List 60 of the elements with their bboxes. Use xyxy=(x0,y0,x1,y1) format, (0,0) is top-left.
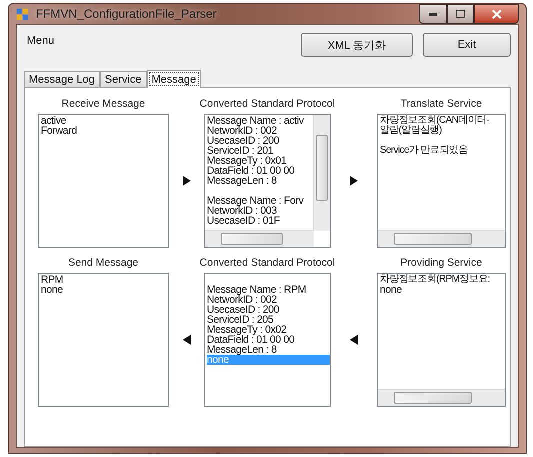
list-item[interactable]: 알람(알람실행) xyxy=(380,126,442,136)
list-box[interactable]: Message Name : RPM NetworkID : 002 UsecaseID : 200 ServiceID : 205 MessageTy : 0x02 DataField : 01 00 00 MessageLen : 8 none xyxy=(204,273,331,407)
left-arrow-icon xyxy=(182,335,190,345)
vertical-scrollbar[interactable] xyxy=(313,115,330,231)
list-box[interactable]: 차량정보조회(RPM정보요: none xyxy=(377,273,506,407)
list-item[interactable]: 차량정보조회(RPM정보요: xyxy=(380,275,490,285)
list-label: Converted Standard Protocol xyxy=(198,98,336,111)
list-item[interactable]: Message Name : Forv xyxy=(207,196,304,206)
list-item[interactable]: NetworkID : 003 xyxy=(207,206,278,216)
list-item[interactable]: Forward xyxy=(41,126,78,136)
horizontal-scrollbar[interactable] xyxy=(205,230,314,247)
list-item[interactable]: DataField : 01 00 00 xyxy=(207,335,295,345)
list-box[interactable]: active Forward xyxy=(38,114,169,248)
left-arrow-icon xyxy=(350,335,358,345)
right-arrow-icon xyxy=(182,176,190,186)
list-item[interactable]: none xyxy=(380,285,402,295)
maximize-icon xyxy=(456,10,465,18)
right-arrow-icon xyxy=(350,176,358,186)
list-item[interactable]: NetworkID : 002 xyxy=(207,126,278,136)
horizontal-scrollbar[interactable] xyxy=(378,389,505,406)
list-box[interactable]: Message Name : activ NetworkID : 002 UsecaseID : 200 ServiceID : 201 MessageTy : 0x01 DataField : 01 00 00 MessageLen : 8 Message Name : Forv NetworkID : 003 UsecaseID : 01F xyxy=(204,114,331,248)
list-item[interactable]: MessageTy : 0x01 xyxy=(207,156,287,166)
list-item[interactable]: UsecaseID : 200 xyxy=(207,305,280,315)
menu-item[interactable]: Menu xyxy=(27,33,301,47)
sync-button[interactable]: XML 동기화 xyxy=(301,33,413,57)
list-box[interactable]: RPM none xyxy=(38,273,169,407)
list-item[interactable]: Service가 만료되었음 xyxy=(380,146,468,156)
list-box[interactable]: 차량정보조회(CAN데이터- 알람(알람실행) Service가 만료되었음 xyxy=(377,114,506,248)
list-item[interactable]: UsecaseID : 200 xyxy=(207,136,280,146)
list-item[interactable]: ServiceID : 205 xyxy=(207,315,274,325)
list-item[interactable]: MessageTy : 0x02 xyxy=(207,325,287,335)
list-item[interactable]: MessageLen : 8 xyxy=(207,345,277,355)
tab[interactable]: Message Log xyxy=(24,71,100,87)
list-item[interactable]: Message Name : activ xyxy=(207,116,304,126)
list-item[interactable]: RPM xyxy=(41,275,64,285)
list-item[interactable]: NetworkID : 002 xyxy=(207,295,278,305)
list-item[interactable]: 차량정보조회(CAN데이터- xyxy=(380,116,490,126)
tab[interactable]: Service xyxy=(100,71,147,87)
list-item[interactable]: MessageLen : 8 xyxy=(207,176,277,186)
minimize-icon xyxy=(429,12,437,16)
list-label: Translate Service xyxy=(400,98,484,111)
list-label: Receive Message xyxy=(60,98,146,111)
window-title: FFMVN_ConfigurationFile_Parser xyxy=(36,7,218,21)
minimize-button[interactable] xyxy=(419,4,447,24)
close-button[interactable] xyxy=(474,4,519,24)
list-label: Providing Service xyxy=(400,257,484,270)
maximize-button[interactable] xyxy=(447,4,474,24)
list-label: Converted Standard Protocol xyxy=(198,257,336,270)
list-item[interactable]: none xyxy=(41,285,63,295)
exit-button[interactable]: Exit xyxy=(423,33,511,57)
list-item[interactable]: Message Name : RPM xyxy=(207,285,306,295)
list-label: Send Message xyxy=(67,257,140,270)
list-item[interactable]: UsecaseID : 01F xyxy=(207,216,280,226)
horizontal-scrollbar[interactable] xyxy=(378,230,505,247)
tab[interactable]: Message xyxy=(146,70,202,88)
list-item[interactable]: ServiceID : 201 xyxy=(207,146,274,156)
app-icon xyxy=(16,7,30,21)
list-item[interactable]: active xyxy=(41,116,66,126)
close-icon xyxy=(492,10,502,18)
list-item[interactable]: DataField : 01 00 00 xyxy=(207,166,295,176)
